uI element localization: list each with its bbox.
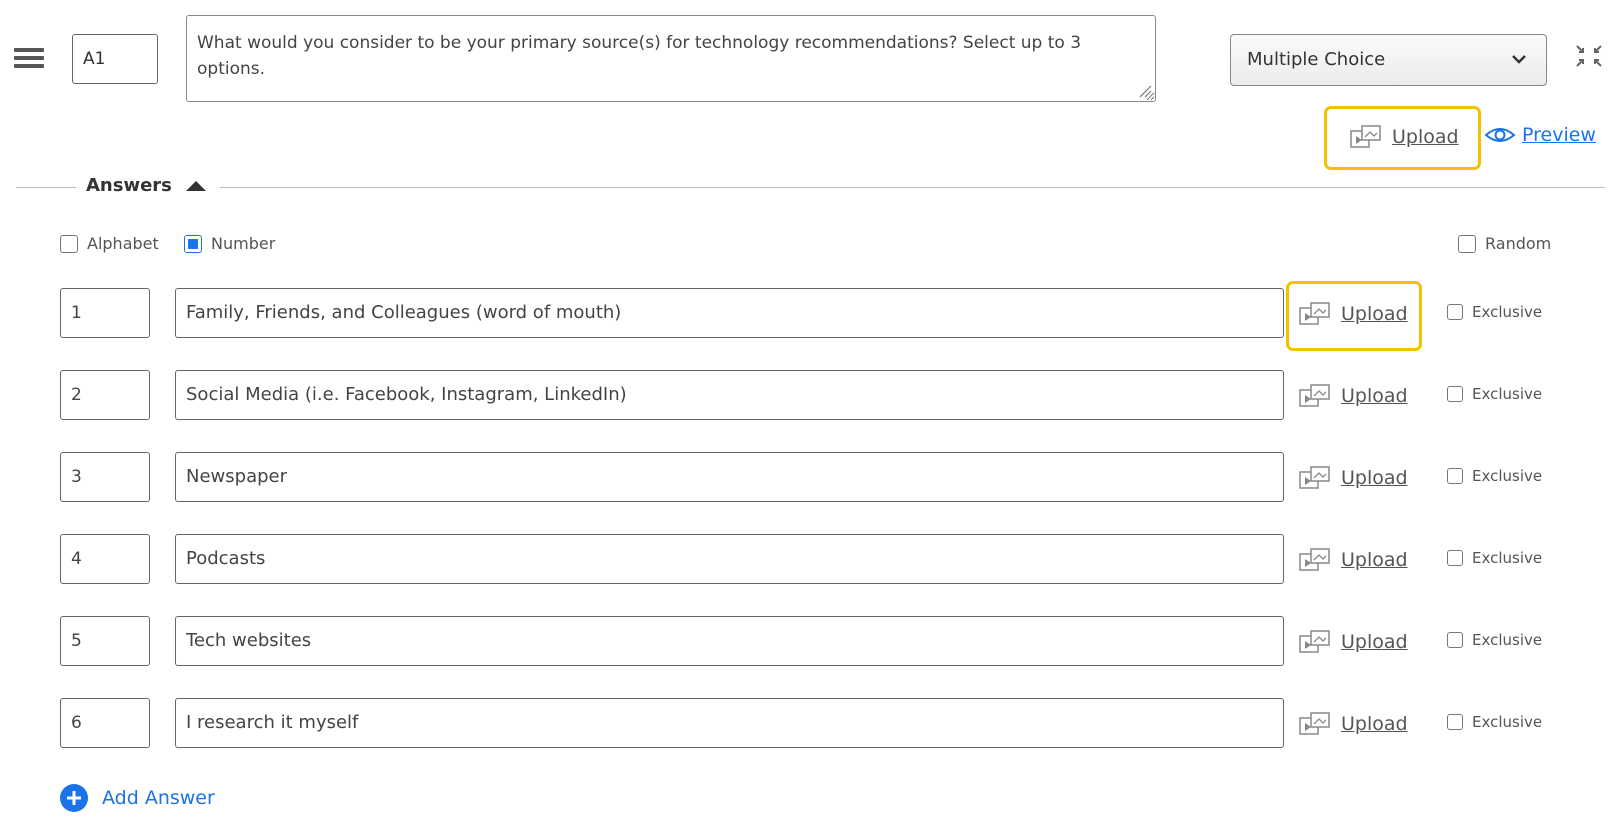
random-option[interactable]: Random bbox=[1458, 234, 1551, 253]
answer-number-field[interactable]: 4 bbox=[60, 534, 150, 584]
number-label: Number bbox=[211, 234, 276, 253]
answer-upload-link[interactable]: Upload bbox=[1299, 383, 1408, 409]
answers-header[interactable]: Answers bbox=[82, 175, 212, 196]
answer-upload-link[interactable]: Upload bbox=[1299, 629, 1408, 655]
answer-row: 4 Podcasts Upload Exclusive bbox=[0, 534, 1617, 586]
exclusive-label: Exclusive bbox=[1472, 467, 1543, 485]
upload-label: Upload bbox=[1341, 467, 1408, 489]
answer-text-field[interactable]: Family, Friends, and Colleagues (word of… bbox=[175, 288, 1284, 338]
answer-text-field[interactable]: I research it myself bbox=[175, 698, 1284, 748]
caret-up-icon[interactable] bbox=[184, 179, 208, 193]
answer-upload-link[interactable]: Upload bbox=[1299, 465, 1408, 491]
exclusive-label: Exclusive bbox=[1472, 631, 1543, 649]
divider-right bbox=[220, 187, 1605, 188]
answer-number-field[interactable]: 6 bbox=[60, 698, 150, 748]
exclusive-checkbox[interactable] bbox=[1447, 550, 1463, 566]
alphabet-option[interactable]: Alphabet bbox=[60, 234, 159, 253]
answer-number-field[interactable]: 3 bbox=[60, 452, 150, 502]
chevron-down-icon bbox=[1512, 55, 1526, 64]
answer-text-field[interactable]: Podcasts bbox=[175, 534, 1284, 584]
exclusive-checkbox[interactable] bbox=[1447, 714, 1463, 730]
exclusive-option[interactable]: Exclusive bbox=[1447, 303, 1542, 321]
question-upload-link[interactable]: Upload bbox=[1350, 124, 1459, 150]
answer-upload-link[interactable]: Upload bbox=[1299, 711, 1408, 737]
upload-label: Upload bbox=[1341, 631, 1408, 653]
exclusive-option[interactable]: Exclusive bbox=[1447, 713, 1542, 731]
resize-grip-icon[interactable] bbox=[1138, 84, 1152, 98]
answer-row: 6 I research it myself Upload Exclusive bbox=[0, 698, 1617, 750]
exclusive-checkbox[interactable] bbox=[1447, 386, 1463, 402]
exclusive-option[interactable]: Exclusive bbox=[1447, 467, 1542, 485]
media-upload-icon bbox=[1299, 712, 1330, 735]
answer-number-field[interactable]: 1 bbox=[60, 288, 150, 338]
question-type-select[interactable]: Multiple Choice bbox=[1230, 34, 1547, 86]
add-answer-button[interactable]: Add Answer bbox=[60, 784, 215, 812]
media-upload-icon bbox=[1299, 384, 1330, 407]
menu-icon[interactable] bbox=[14, 48, 44, 70]
exclusive-label: Exclusive bbox=[1472, 385, 1543, 403]
answer-row: 5 Tech websites Upload Exclusive bbox=[0, 616, 1617, 668]
collapse-icon[interactable] bbox=[1573, 40, 1605, 72]
media-upload-icon bbox=[1299, 466, 1330, 489]
add-answer-label: Add Answer bbox=[102, 787, 215, 809]
exclusive-option[interactable]: Exclusive bbox=[1447, 549, 1542, 567]
preview-link[interactable]: Preview bbox=[1484, 124, 1596, 146]
exclusive-label: Exclusive bbox=[1472, 713, 1543, 731]
exclusive-option[interactable]: Exclusive bbox=[1447, 631, 1542, 649]
exclusive-label: Exclusive bbox=[1472, 303, 1543, 321]
upload-label: Upload bbox=[1341, 385, 1408, 407]
number-checkbox[interactable] bbox=[184, 234, 202, 253]
question-text-field[interactable]: What would you consider to be your prima… bbox=[186, 15, 1156, 102]
upload-label: Upload bbox=[1392, 126, 1459, 148]
media-upload-icon bbox=[1299, 548, 1330, 571]
upload-label: Upload bbox=[1341, 303, 1408, 325]
plus-circle-icon bbox=[60, 784, 88, 812]
eye-icon bbox=[1484, 128, 1516, 142]
answer-upload-link[interactable]: Upload bbox=[1299, 547, 1408, 573]
upload-label: Upload bbox=[1341, 549, 1408, 571]
answer-upload-link[interactable]: Upload bbox=[1299, 301, 1408, 327]
media-upload-icon bbox=[1299, 302, 1330, 325]
answer-number-field[interactable]: 5 bbox=[60, 616, 150, 666]
divider-left bbox=[16, 187, 76, 188]
answer-text-field[interactable]: Newspaper bbox=[175, 452, 1284, 502]
answer-row: 2 Social Media (i.e. Facebook, Instagram… bbox=[0, 370, 1617, 422]
answer-text-field[interactable]: Social Media (i.e. Facebook, Instagram, … bbox=[175, 370, 1284, 420]
random-label: Random bbox=[1485, 234, 1552, 253]
question-id-field[interactable]: A1 bbox=[72, 34, 158, 84]
answer-row: 1 Family, Friends, and Colleagues (word … bbox=[0, 288, 1617, 340]
exclusive-option[interactable]: Exclusive bbox=[1447, 385, 1542, 403]
exclusive-checkbox[interactable] bbox=[1447, 468, 1463, 484]
exclusive-checkbox[interactable] bbox=[1447, 632, 1463, 648]
answers-title: Answers bbox=[86, 175, 172, 196]
exclusive-checkbox[interactable] bbox=[1447, 304, 1463, 320]
upload-label: Upload bbox=[1341, 713, 1408, 735]
media-upload-icon bbox=[1299, 630, 1330, 653]
question-text: What would you consider to be your prima… bbox=[197, 33, 1087, 80]
answer-row: 3 Newspaper Upload Exclusive bbox=[0, 452, 1617, 504]
alphabet-checkbox[interactable] bbox=[60, 234, 78, 253]
number-option[interactable]: Number bbox=[184, 234, 275, 253]
question-type-value: Multiple Choice bbox=[1247, 49, 1386, 70]
preview-label: Preview bbox=[1522, 124, 1596, 146]
answer-number-field[interactable]: 2 bbox=[60, 370, 150, 420]
random-checkbox[interactable] bbox=[1458, 234, 1476, 253]
answer-text-field[interactable]: Tech websites bbox=[175, 616, 1284, 666]
alphabet-label: Alphabet bbox=[87, 234, 159, 253]
exclusive-label: Exclusive bbox=[1472, 549, 1543, 567]
media-upload-icon bbox=[1350, 125, 1381, 148]
